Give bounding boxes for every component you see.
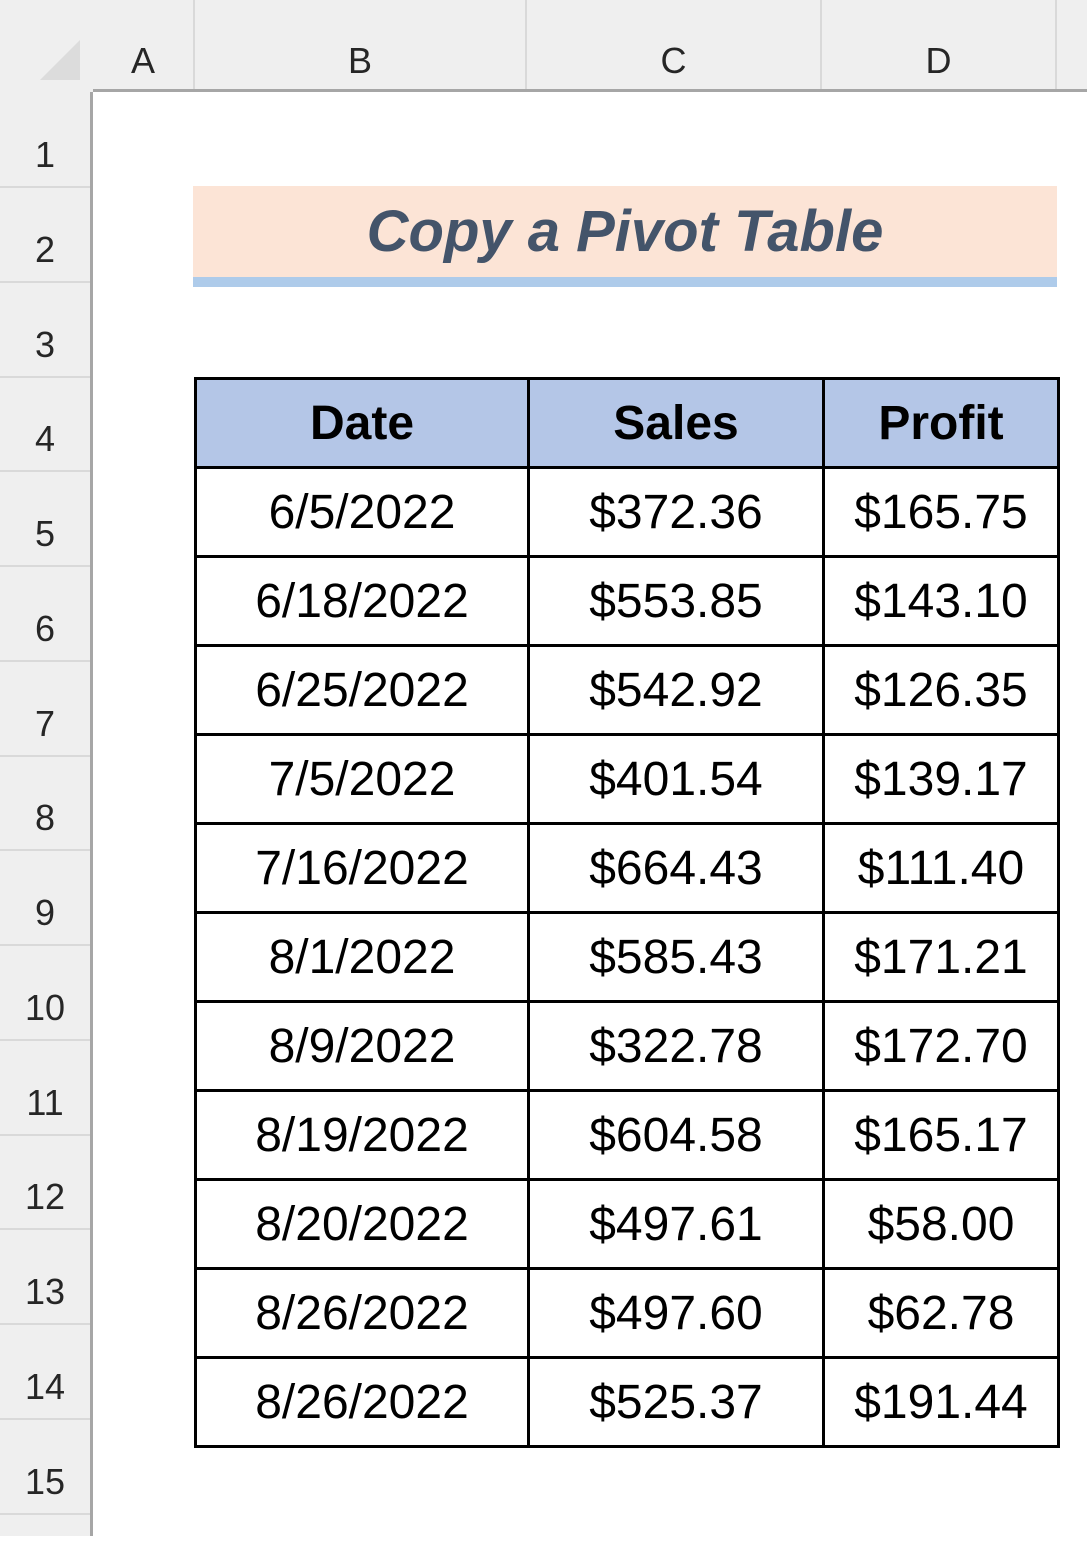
cell-sales[interactable]: $664.43 bbox=[527, 822, 825, 914]
cell-date[interactable]: 8/20/2022 bbox=[194, 1178, 530, 1270]
table-row: 8/20/2022 $497.61 $58.00 bbox=[194, 1178, 1060, 1270]
table-row: 6/5/2022 $372.36 $165.75 bbox=[194, 466, 1060, 558]
cell-profit[interactable]: $171.21 bbox=[822, 911, 1060, 1003]
cell-date[interactable]: 7/16/2022 bbox=[194, 822, 530, 914]
table-row: 8/1/2022 $585.43 $171.21 bbox=[194, 911, 1060, 1003]
cell-profit[interactable]: $165.75 bbox=[822, 466, 1060, 558]
cell-profit[interactable]: $139.17 bbox=[822, 733, 1060, 825]
table-row: 8/26/2022 $497.60 $62.78 bbox=[194, 1267, 1060, 1359]
data-table: Date Sales Profit 6/5/2022 $372.36 $165.75… bbox=[194, 377, 1060, 1448]
row-header-9[interactable]: 9 bbox=[0, 851, 90, 946]
table-row: 6/18/2022 $553.85 $143.10 bbox=[194, 555, 1060, 647]
table-row: 8/19/2022 $604.58 $165.17 bbox=[194, 1089, 1060, 1181]
cell-sales[interactable]: $542.92 bbox=[527, 644, 825, 736]
cell-profit[interactable]: $126.35 bbox=[822, 644, 1060, 736]
cell-sales[interactable]: $372.36 bbox=[527, 466, 825, 558]
cell-profit[interactable]: $143.10 bbox=[822, 555, 1060, 647]
cell-profit[interactable]: $191.44 bbox=[822, 1356, 1060, 1448]
header-profit[interactable]: Profit bbox=[822, 377, 1060, 469]
select-all-corner[interactable] bbox=[0, 0, 93, 92]
cell-profit[interactable]: $172.70 bbox=[822, 1000, 1060, 1092]
cell-date[interactable]: 8/26/2022 bbox=[194, 1356, 530, 1448]
column-header-c[interactable]: C bbox=[527, 0, 822, 89]
table-row: 8/9/2022 $322.78 $172.70 bbox=[194, 1000, 1060, 1092]
row-header-7[interactable]: 7 bbox=[0, 662, 90, 757]
cell-sales[interactable]: $322.78 bbox=[527, 1000, 825, 1092]
row-header-15[interactable]: 15 bbox=[0, 1420, 90, 1515]
sheet-title[interactable]: Copy a Pivot Table bbox=[193, 186, 1057, 277]
cell-sales[interactable]: $585.43 bbox=[527, 911, 825, 1003]
row-header-2[interactable]: 2 bbox=[0, 188, 90, 283]
column-header-b[interactable]: B bbox=[195, 0, 527, 89]
row-header-6[interactable]: 6 bbox=[0, 567, 90, 662]
column-header-d[interactable]: D bbox=[822, 0, 1057, 89]
title-underline-border bbox=[193, 277, 1057, 287]
cell-date[interactable]: 6/5/2022 bbox=[194, 466, 530, 558]
row-header-10[interactable]: 10 bbox=[0, 946, 90, 1041]
row-header-8[interactable]: 8 bbox=[0, 757, 90, 851]
cell-date[interactable]: 7/5/2022 bbox=[194, 733, 530, 825]
cell-profit[interactable]: $58.00 bbox=[822, 1178, 1060, 1270]
row-header-13[interactable]: 13 bbox=[0, 1230, 90, 1325]
cell-sales[interactable]: $497.60 bbox=[527, 1267, 825, 1359]
row-header-11[interactable]: 11 bbox=[0, 1041, 90, 1136]
row-header-12[interactable]: 12 bbox=[0, 1136, 90, 1230]
column-header-a[interactable]: A bbox=[93, 0, 195, 89]
cell-sales[interactable]: $604.58 bbox=[527, 1089, 825, 1181]
table-row: 7/5/2022 $401.54 $139.17 bbox=[194, 733, 1060, 825]
table-row: 8/26/2022 $525.37 $191.44 bbox=[194, 1356, 1060, 1448]
cell-sales[interactable]: $497.61 bbox=[527, 1178, 825, 1270]
cell-sales[interactable]: $401.54 bbox=[527, 733, 825, 825]
table-header-row: Date Sales Profit bbox=[194, 377, 1060, 469]
cell-date[interactable]: 6/18/2022 bbox=[194, 555, 530, 647]
header-sales[interactable]: Sales bbox=[527, 377, 825, 469]
cell-profit[interactable]: $111.40 bbox=[822, 822, 1060, 914]
cell-profit[interactable]: $165.17 bbox=[822, 1089, 1060, 1181]
row-header-1[interactable]: 1 bbox=[0, 93, 90, 188]
table-row: 7/16/2022 $664.43 $111.40 bbox=[194, 822, 1060, 914]
cell-sales[interactable]: $525.37 bbox=[527, 1356, 825, 1448]
row-header-14[interactable]: 14 bbox=[0, 1325, 90, 1420]
cell-date[interactable]: 8/9/2022 bbox=[194, 1000, 530, 1092]
row-header-4[interactable]: 4 bbox=[0, 378, 90, 472]
row-header-3[interactable]: 3 bbox=[0, 283, 90, 378]
row-header-5[interactable]: 5 bbox=[0, 472, 90, 567]
cell-date[interactable]: 8/1/2022 bbox=[194, 911, 530, 1003]
cell-sales[interactable]: $553.85 bbox=[527, 555, 825, 647]
cell-profit[interactable]: $62.78 bbox=[822, 1267, 1060, 1359]
cell-date[interactable]: 6/25/2022 bbox=[194, 644, 530, 736]
cell-date[interactable]: 8/26/2022 bbox=[194, 1267, 530, 1359]
select-all-icon bbox=[40, 40, 80, 80]
header-date[interactable]: Date bbox=[194, 377, 530, 469]
table-row: 6/25/2022 $542.92 $126.35 bbox=[194, 644, 1060, 736]
cell-date[interactable]: 8/19/2022 bbox=[194, 1089, 530, 1181]
